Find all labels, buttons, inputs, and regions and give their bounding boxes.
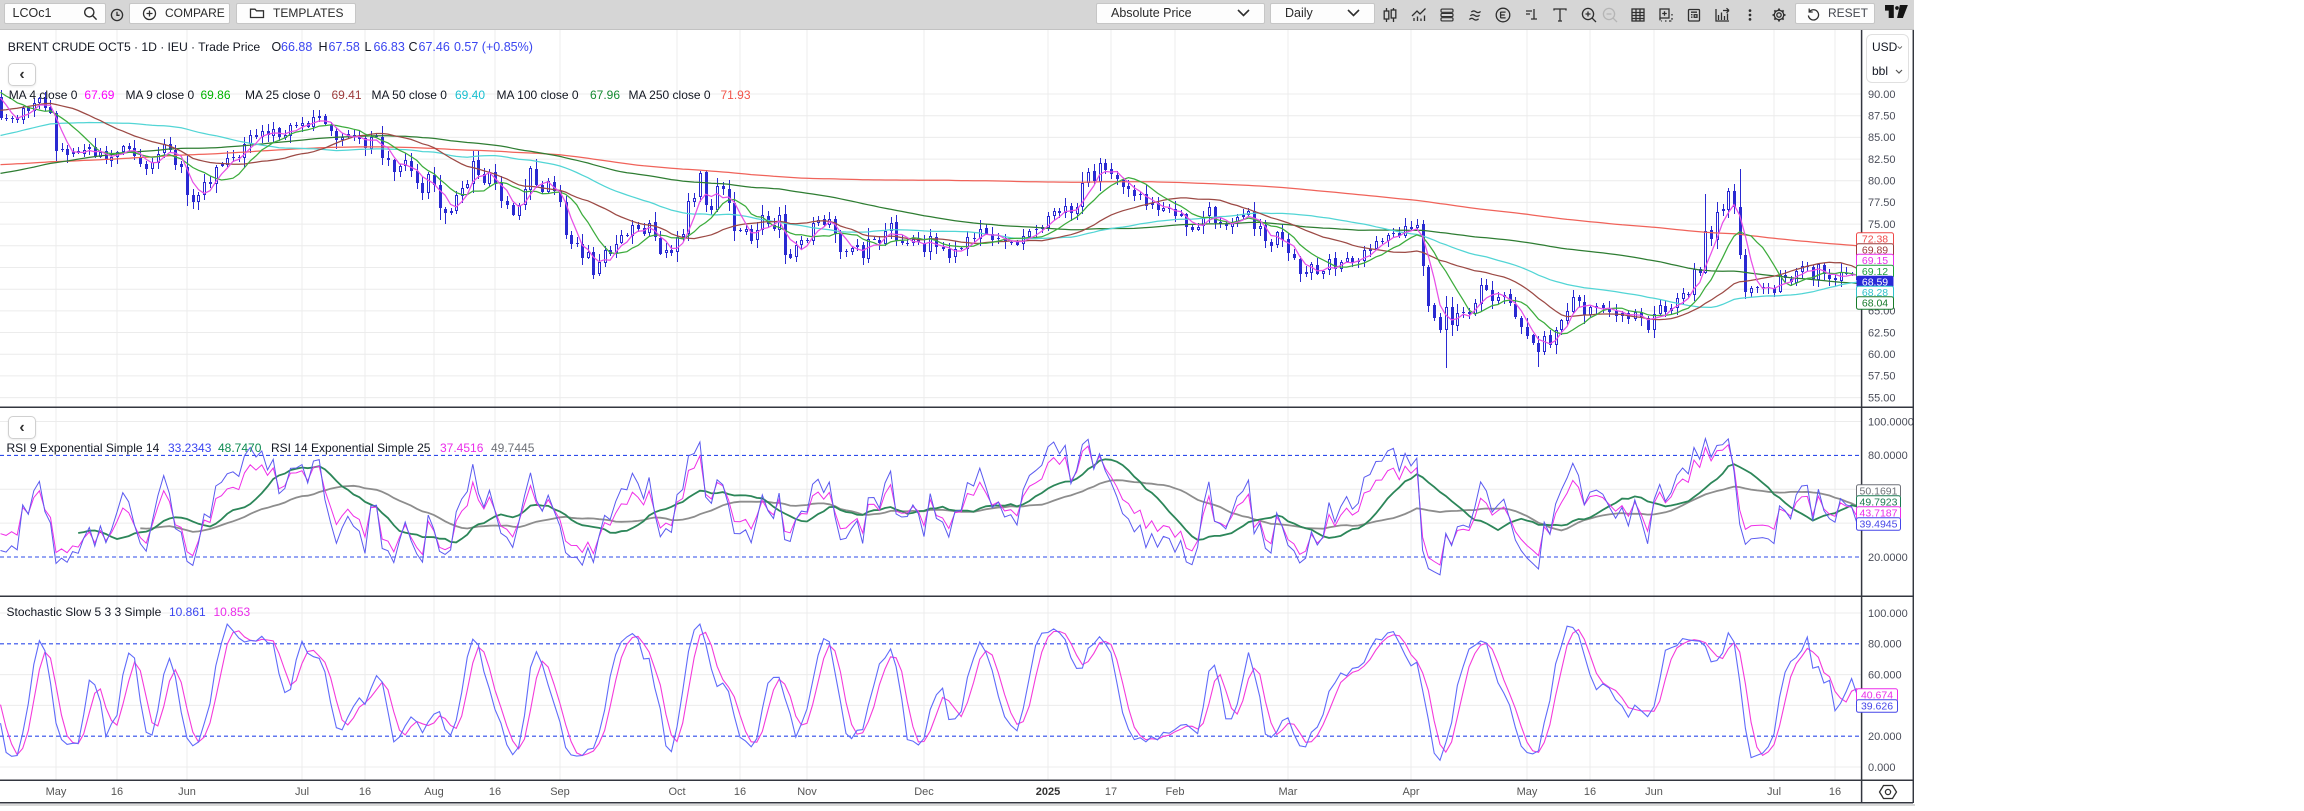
svg-text:Jul: Jul <box>1767 786 1781 798</box>
svg-text:0.000: 0.000 <box>1868 762 1896 774</box>
svg-text:85.00: 85.00 <box>1868 132 1896 144</box>
svg-text:57.50: 57.50 <box>1868 371 1896 383</box>
svg-text:17: 17 <box>1105 786 1117 798</box>
svg-text:Aug: Aug <box>424 786 444 798</box>
svg-text:100.000: 100.000 <box>1868 608 1908 620</box>
svg-text:55.00: 55.00 <box>1868 392 1896 404</box>
svg-text:100.0000: 100.0000 <box>1868 416 1914 428</box>
svg-text:20.000: 20.000 <box>1868 731 1902 743</box>
svg-text:May: May <box>46 786 67 798</box>
svg-text:2025: 2025 <box>1036 786 1060 798</box>
svg-text:Mar: Mar <box>1279 786 1298 798</box>
svg-text:87.50: 87.50 <box>1868 111 1896 123</box>
svg-text:39.626: 39.626 <box>1861 701 1893 713</box>
svg-text:16: 16 <box>1829 786 1841 798</box>
svg-text:39.4945: 39.4945 <box>1860 519 1898 531</box>
svg-text:Oct: Oct <box>668 786 685 798</box>
svg-text:90.00: 90.00 <box>1868 89 1896 101</box>
svg-text:16: 16 <box>111 786 123 798</box>
svg-text:Jul: Jul <box>295 786 309 798</box>
svg-text:Jun: Jun <box>1645 786 1663 798</box>
svg-text:Jun: Jun <box>178 786 196 798</box>
svg-text:75.00: 75.00 <box>1868 219 1896 231</box>
svg-text:Sep: Sep <box>550 786 570 798</box>
svg-text:16: 16 <box>734 786 746 798</box>
svg-text:60.00: 60.00 <box>1868 349 1896 361</box>
svg-text:68.04: 68.04 <box>1862 298 1888 310</box>
svg-text:16: 16 <box>1584 786 1596 798</box>
svg-text:Nov: Nov <box>797 786 817 798</box>
svg-text:16: 16 <box>359 786 371 798</box>
svg-text:77.50: 77.50 <box>1868 197 1896 209</box>
svg-text:May: May <box>1517 786 1538 798</box>
svg-text:60.000: 60.000 <box>1868 669 1902 681</box>
svg-text:Dec: Dec <box>914 786 934 798</box>
svg-text:20.0000: 20.0000 <box>1868 552 1908 564</box>
svg-text:80.00: 80.00 <box>1868 176 1896 188</box>
svg-text:82.50: 82.50 <box>1868 154 1896 166</box>
svg-text:80.000: 80.000 <box>1868 639 1902 651</box>
svg-text:16: 16 <box>489 786 501 798</box>
svg-text:80.0000: 80.0000 <box>1868 450 1908 462</box>
svg-text:62.50: 62.50 <box>1868 327 1896 339</box>
svg-text:Apr: Apr <box>1402 786 1419 798</box>
svg-text:Feb: Feb <box>1166 786 1185 798</box>
